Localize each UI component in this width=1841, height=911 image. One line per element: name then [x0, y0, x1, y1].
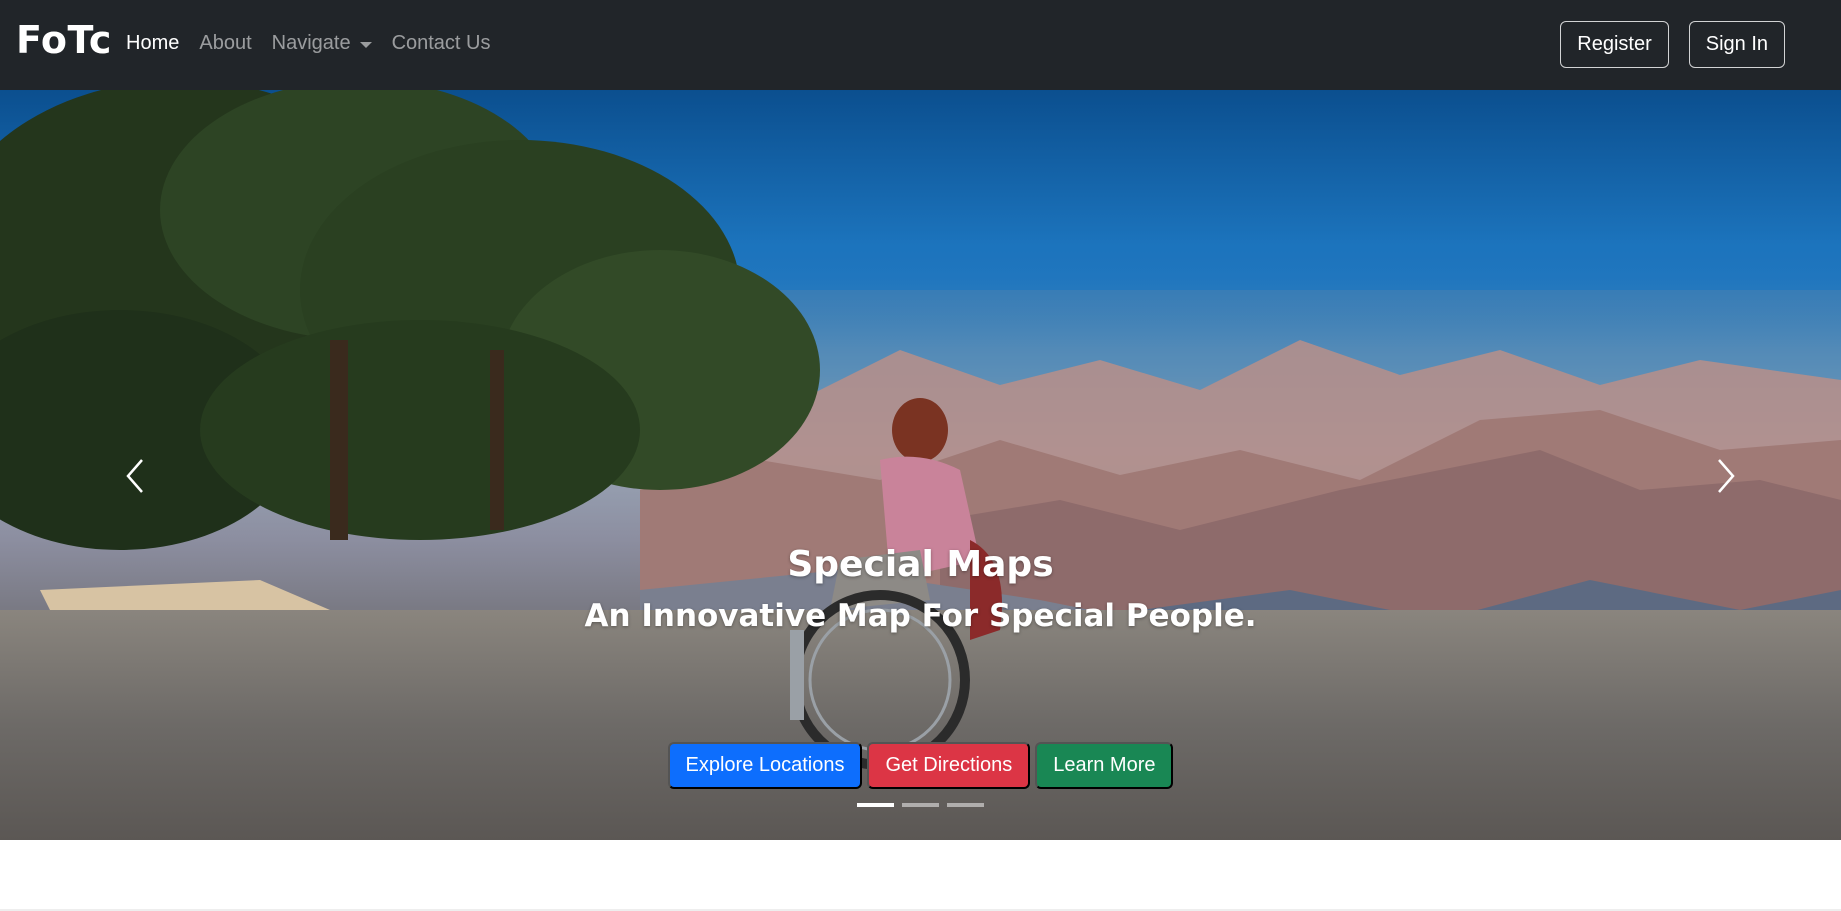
top-navbar: FoTc Home About Navigate Contact Us Regi… — [0, 0, 1841, 90]
carousel-indicator-1[interactable] — [857, 803, 894, 807]
carousel-indicators — [0, 803, 1841, 807]
hero-carousel — [0, 90, 1841, 840]
nav-link-home[interactable]: Home — [126, 32, 179, 55]
chevron-left-icon — [126, 459, 143, 493]
get-directions-button[interactable]: Get Directions — [867, 742, 1031, 789]
nav-links: Home About Navigate Contact Us — [126, 32, 511, 55]
chevron-right-icon — [1718, 459, 1735, 493]
carousel-title: Special Maps — [787, 544, 1054, 585]
carousel-subtitle: An Innovative Map For Special People. — [584, 598, 1257, 634]
brand-logo[interactable]: FoTc — [16, 18, 112, 62]
nav-link-contact[interactable]: Contact Us — [392, 32, 491, 55]
register-button[interactable]: Register — [1560, 21, 1669, 68]
carousel-prev-button[interactable] — [118, 446, 158, 506]
signin-button[interactable]: Sign In — [1688, 21, 1785, 68]
nav-dropdown-navigate[interactable]: Navigate — [272, 32, 372, 55]
wheelchair-user-illustration — [790, 398, 1002, 770]
carousel-next-button[interactable] — [1703, 446, 1743, 506]
caret-down-icon — [359, 41, 372, 48]
auth-buttons: Register Sign In — [1560, 21, 1785, 68]
carousel-actions: Explore Locations Get Directions Learn M… — [0, 742, 1841, 789]
nav-link-about[interactable]: About — [199, 32, 251, 55]
content-area — [0, 840, 1841, 911]
learn-more-button[interactable]: Learn More — [1035, 742, 1174, 789]
carousel-indicator-2[interactable] — [902, 803, 939, 807]
carousel-indicator-3[interactable] — [947, 803, 984, 807]
explore-locations-button[interactable]: Explore Locations — [667, 742, 863, 789]
nav-dropdown-label: Navigate — [271, 32, 351, 54]
